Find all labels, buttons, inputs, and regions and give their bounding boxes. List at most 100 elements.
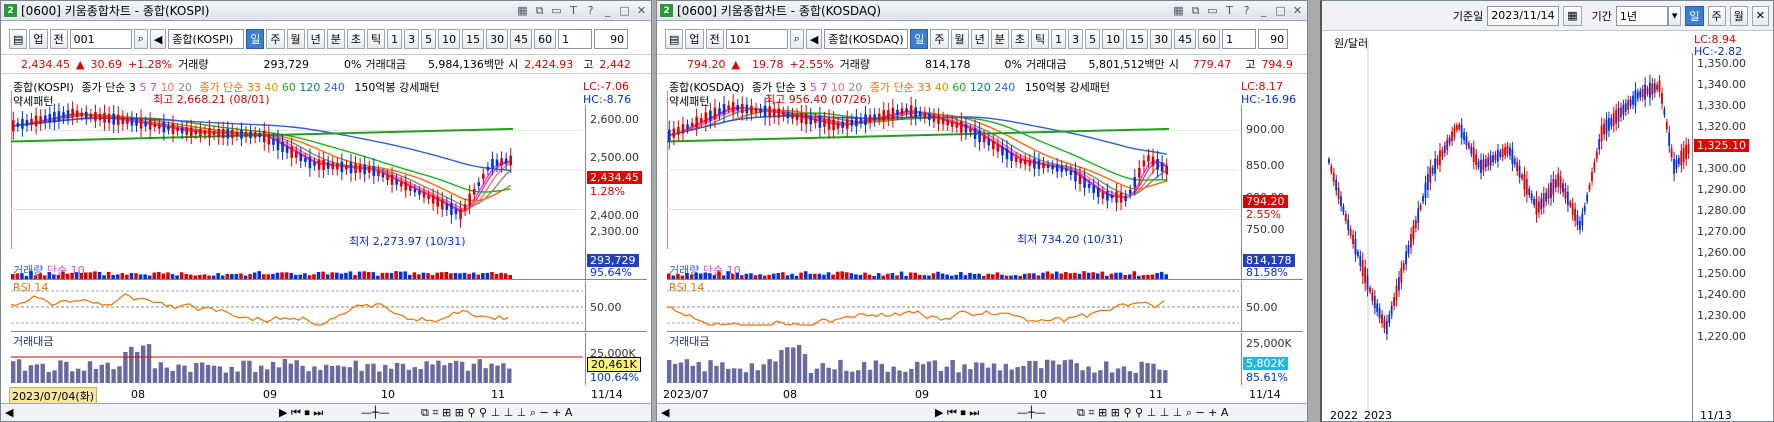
interval-60[interactable]: 60 <box>534 29 557 49</box>
link-icon[interactable]: ⧉ <box>1188 3 1203 18</box>
index-name-field[interactable]: 종합(KOSPI) <box>168 29 245 49</box>
interval-1[interactable]: 1 <box>387 29 403 49</box>
help-icon[interactable]: ? <box>583 3 598 18</box>
kosdaq-price-chart[interactable] <box>667 91 1239 249</box>
amount-bar <box>991 363 997 383</box>
title-bar[interactable]: 2 [0600] 키움종합차트 - 종합(KOSPI) ▦ ⧉ ▭ T? _ □ ✕ <box>1 1 651 21</box>
grid-icon[interactable]: ▦ <box>1171 3 1186 18</box>
code-input[interactable]: 101 <box>725 29 788 49</box>
count-input-1[interactable]: 1 <box>1222 29 1257 49</box>
volume-chart[interactable] <box>667 271 1239 279</box>
fx-price-chart[interactable] <box>1328 41 1690 411</box>
link-icon[interactable]: ⧉ <box>532 3 547 18</box>
interval-10[interactable]: 10 <box>1102 29 1125 49</box>
font-icon[interactable]: T <box>566 3 581 18</box>
tab-tick[interactable]: 틱 <box>367 29 386 49</box>
memo-icon[interactable]: ▭ <box>549 3 564 18</box>
memo-icon[interactable]: ▭ <box>1205 3 1220 18</box>
minimize-icon[interactable]: _ <box>1256 3 1271 18</box>
help-icon[interactable]: ? <box>1239 3 1254 18</box>
close-icon[interactable]: ✕ <box>1290 3 1305 18</box>
index-name-field[interactable]: 종합(KOSDAQ) <box>824 29 909 49</box>
tab-day[interactable]: 일 <box>910 29 929 49</box>
search-icon[interactable]: ⌕ <box>133 29 148 49</box>
close-icon[interactable]: ✕ <box>1751 5 1769 26</box>
tab-day[interactable]: 일 <box>246 29 265 49</box>
layout-icon[interactable]: ▤ <box>9 29 28 49</box>
interval-3[interactable]: 3 <box>404 29 420 49</box>
amount-bar <box>938 370 944 383</box>
amount-chart[interactable] <box>667 341 1239 383</box>
count-input-2[interactable]: 90 <box>594 29 629 49</box>
tab-second[interactable]: 초 <box>346 29 366 49</box>
candle-body <box>1033 158 1036 169</box>
scroll-left-icon[interactable]: ◀ <box>5 406 13 419</box>
rsi-chart[interactable] <box>11 283 583 331</box>
interval-45[interactable]: 45 <box>1174 29 1197 49</box>
scroll-left-icon[interactable]: ◀ <box>661 406 669 419</box>
drawing-tools-icon[interactable]: ⧉ ⌗ ⊞ ⊞ ⚲ ⚲ ⊥ ⊥ ⊥ ⌕ − + A <box>1077 406 1228 420</box>
tab-minute[interactable]: 분 <box>326 29 345 49</box>
candle-body <box>267 133 271 145</box>
kospi-price-chart[interactable] <box>11 91 583 249</box>
tab-year[interactable]: 년 <box>970 29 989 49</box>
axis-label: 850.00 <box>1246 159 1285 172</box>
minimize-icon[interactable]: _ <box>600 3 615 18</box>
maximize-icon[interactable]: □ <box>617 3 632 18</box>
interval-15[interactable]: 15 <box>462 29 485 49</box>
calendar-icon[interactable]: ▦ <box>1563 5 1582 26</box>
interval-5[interactable]: 5 <box>1085 29 1101 49</box>
search-icon[interactable]: ⌕ <box>789 29 804 49</box>
layout-icon[interactable]: ▤ <box>665 29 684 49</box>
period-select[interactable]: 전 <box>705 29 724 49</box>
interval-45[interactable]: 45 <box>510 29 533 49</box>
scroll-right-icon[interactable]: ▶ ⏮ ⏹ ⏭ <box>935 406 979 420</box>
code-input[interactable]: 001 <box>69 29 132 49</box>
zoom-slider[interactable]: —┼— <box>1017 406 1046 419</box>
volume-bar <box>179 272 184 279</box>
tab-week[interactable]: 주 <box>266 29 285 49</box>
amount-bar <box>40 363 45 383</box>
amount-chart[interactable] <box>11 341 583 383</box>
font-icon[interactable]: T <box>1222 3 1237 18</box>
maximize-icon[interactable]: □ <box>1273 3 1288 18</box>
interval-60[interactable]: 60 <box>1198 29 1221 49</box>
title-bar[interactable]: 2 [0600] 키움종합차트 - 종합(KOSDAQ) ▦ ⧉ ▭ T? _ □ ✕ <box>657 1 1307 21</box>
close-icon[interactable]: ✕ <box>634 3 649 18</box>
tab-month[interactable]: 월 <box>950 29 969 49</box>
candle-body <box>1101 192 1105 199</box>
interval-5[interactable]: 5 <box>421 29 437 49</box>
interval-30[interactable]: 30 <box>486 29 509 49</box>
interval-1[interactable]: 1 <box>1051 29 1067 49</box>
grid-icon[interactable]: ▦ <box>515 3 530 18</box>
tab-week[interactable]: 주 <box>930 29 949 49</box>
candle-body <box>1330 166 1333 172</box>
interval-3[interactable]: 3 <box>1068 29 1084 49</box>
tab-day[interactable]: 일 <box>1685 5 1704 26</box>
sound-icon[interactable]: ◀ <box>149 29 167 49</box>
tab-tick[interactable]: 틱 <box>1031 29 1050 49</box>
interval-15[interactable]: 15 <box>1126 29 1149 49</box>
tab-month[interactable]: 월 <box>1729 5 1748 26</box>
count-input-1[interactable]: 1 <box>558 29 593 49</box>
tab-minute[interactable]: 분 <box>990 29 1009 49</box>
tab-week[interactable]: 주 <box>1707 5 1726 26</box>
period-select[interactable]: 전 <box>49 29 68 49</box>
sound-icon[interactable]: ◀ <box>805 29 823 49</box>
interval-10[interactable]: 10 <box>438 29 461 49</box>
zoom-slider[interactable]: —┼— <box>361 406 390 419</box>
period-select[interactable]: 1년 <box>1615 5 1668 26</box>
count-input-2[interactable]: 90 <box>1258 29 1289 49</box>
market-select[interactable]: 업 <box>29 29 48 49</box>
volume-chart[interactable] <box>11 271 583 279</box>
scroll-right-icon[interactable]: ▶ ⏮ ⏹ ⏭ <box>279 406 323 420</box>
tab-year[interactable]: 년 <box>306 29 325 49</box>
market-select[interactable]: 업 <box>685 29 704 49</box>
rsi-chart[interactable] <box>667 283 1239 331</box>
base-date-input[interactable]: 2023/11/14 <box>1487 5 1560 26</box>
tab-second[interactable]: 초 <box>1010 29 1030 49</box>
chevron-down-icon[interactable]: ▾ <box>1667 5 1682 26</box>
tab-month[interactable]: 월 <box>286 29 305 49</box>
interval-30[interactable]: 30 <box>1150 29 1173 49</box>
drawing-tools-icon[interactable]: ⧉ ⌗ ⊞ ⊞ ⚲ ⚲ ⊥ ⊥ ⊥ ⌕ − + A <box>421 406 572 420</box>
